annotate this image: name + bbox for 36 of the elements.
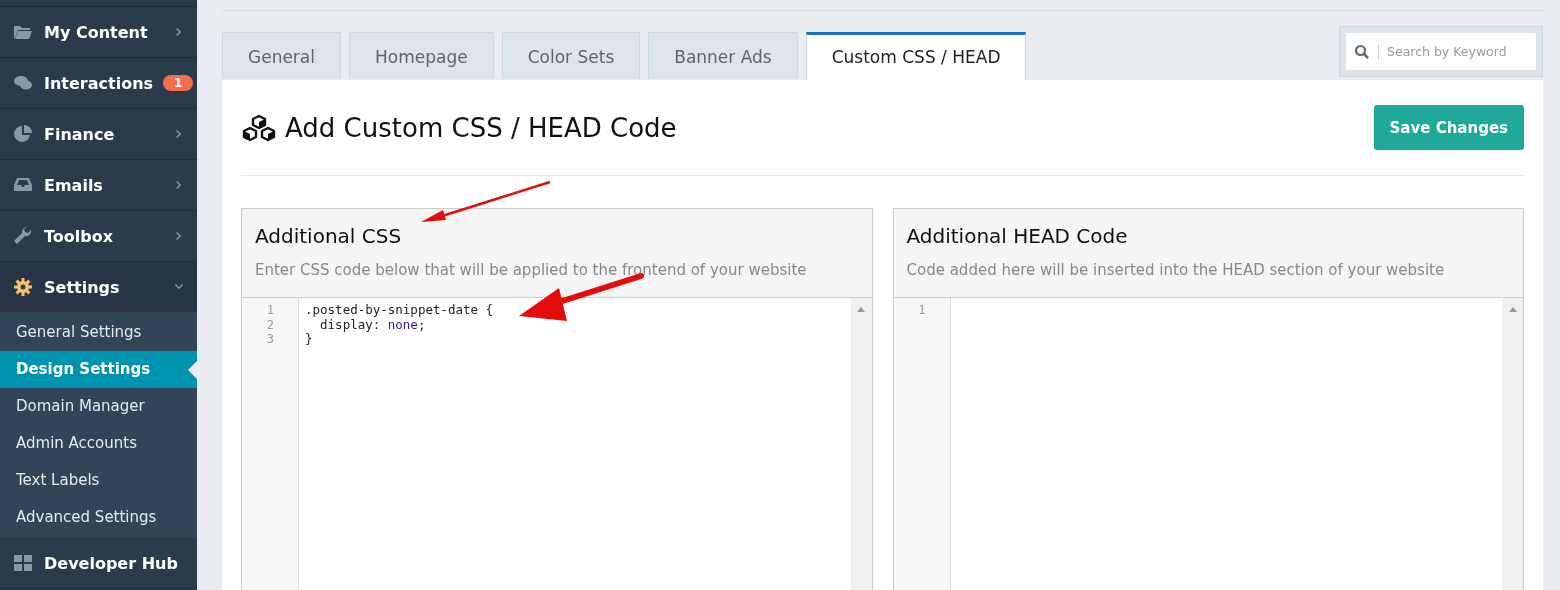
wrench-icon [12, 226, 34, 246]
panel-description: Code added here will be inserted into the HEAD section of your website [906, 261, 1446, 279]
tab[interactable]: Color Sets [501, 32, 641, 79]
search-field[interactable]: Search by Keyword [1346, 33, 1536, 70]
code-line: .posted-by-snippet-date { [305, 302, 494, 317]
line-number: 1 [918, 303, 927, 318]
tab[interactable]: Homepage [349, 32, 494, 79]
page-title: Add Custom CSS / HEAD Code [285, 112, 677, 143]
panel-title: Additional HEAD Code [906, 224, 1129, 248]
count-badge: 1 [163, 75, 194, 91]
submenu-item[interactable]: Design Settings [0, 351, 197, 388]
code-editor[interactable]: 1 2 3 .posted-by-snippet-date { display: none; } [242, 298, 872, 590]
panel-title: Additional CSS [255, 224, 403, 248]
code-line: display: none; [320, 316, 426, 332]
line-number: 1 [266, 303, 275, 318]
cubes-icon [241, 112, 277, 143]
submenu-item[interactable]: Admin Accounts [0, 425, 197, 462]
grid-icon [12, 553, 34, 573]
submenu-item[interactable]: General Settings [0, 314, 197, 351]
submenu-item[interactable]: Advanced Settings [0, 499, 197, 536]
scroll-up-icon[interactable] [856, 306, 866, 312]
submenu-item[interactable]: Domain Manager [0, 388, 197, 425]
nav-item[interactable]: Interactions 1 [0, 58, 197, 109]
line-number: 3 [266, 332, 275, 347]
line-number: 2 [266, 317, 275, 332]
gear-icon [12, 277, 34, 297]
submenu-item[interactable]: Text Labels [0, 462, 197, 499]
nav-item[interactable]: Settings [0, 262, 197, 312]
scroll-up-icon[interactable] [1507, 306, 1518, 312]
pie-chart-icon [12, 124, 34, 144]
search-icon [1354, 43, 1379, 60]
tab[interactable]: Custom CSS / HEAD [805, 32, 1027, 80]
tab[interactable]: Banner Ads [648, 32, 798, 79]
code-line: } [305, 331, 313, 346]
tab[interactable]: General [222, 32, 341, 79]
panel-description: Enter CSS code below that will be applied to the frontend of your website [255, 261, 808, 279]
